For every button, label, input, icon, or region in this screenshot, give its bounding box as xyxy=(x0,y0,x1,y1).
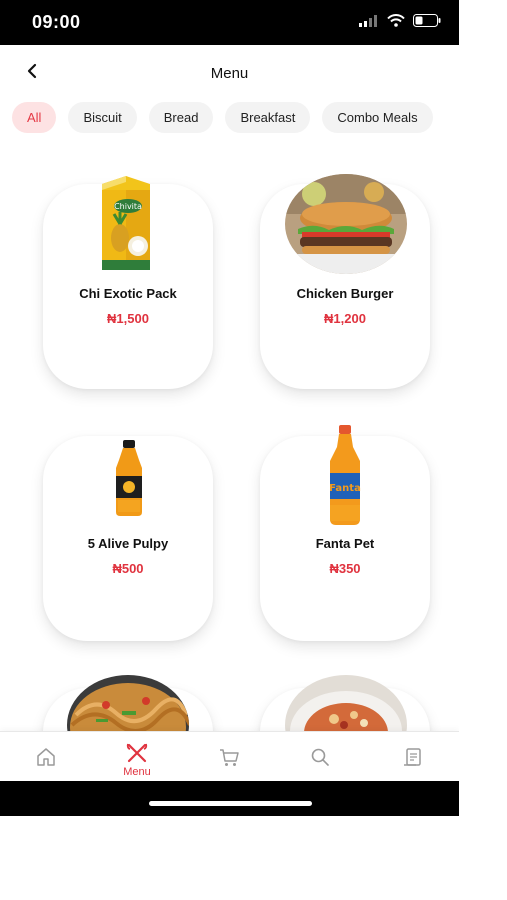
nav-cart[interactable] xyxy=(199,732,259,782)
app-screen: 09:00 Menu All Biscuit Bread Breakfast C… xyxy=(0,0,459,816)
product-price: ₦1,200 xyxy=(324,311,366,326)
menu-icon xyxy=(126,743,148,763)
nav-home[interactable] xyxy=(16,732,76,782)
home-indicator-bar xyxy=(0,781,459,816)
orders-icon xyxy=(404,748,421,766)
noodles-image xyxy=(67,675,189,731)
nav-menu-label: Menu xyxy=(123,766,151,778)
product-name: 5 Alive Pulpy xyxy=(87,536,169,551)
nav-orders[interactable] xyxy=(382,732,442,782)
nav-search[interactable] xyxy=(290,732,350,782)
bottle-image xyxy=(116,440,142,516)
cart-icon xyxy=(220,749,239,766)
product-name: Chi Exotic Pack xyxy=(79,286,177,301)
product-price: ₦1,500 xyxy=(107,311,149,326)
product-name: Fanta Pet xyxy=(315,536,375,551)
burger-image xyxy=(285,174,407,274)
product-name: Chicken Burger xyxy=(296,286,394,301)
home-indicator[interactable] xyxy=(149,801,312,806)
juice-pack-image: Chivita xyxy=(102,176,150,270)
product-grid: Chi Exotic Pack ₦1,500 Chivita Chicken B… xyxy=(0,0,459,816)
bottom-nav: Menu xyxy=(0,731,459,781)
rice-dish-image xyxy=(285,675,407,731)
nav-menu[interactable]: Menu xyxy=(107,732,167,782)
product-price: ₦350 xyxy=(329,561,361,576)
soda-bottle-image: Fanta xyxy=(329,425,361,525)
search-icon xyxy=(311,748,329,766)
svg-text:Chivita: Chivita xyxy=(114,202,142,211)
home-icon xyxy=(37,748,55,766)
svg-text:Fanta: Fanta xyxy=(329,483,361,494)
product-price: ₦500 xyxy=(112,561,144,576)
